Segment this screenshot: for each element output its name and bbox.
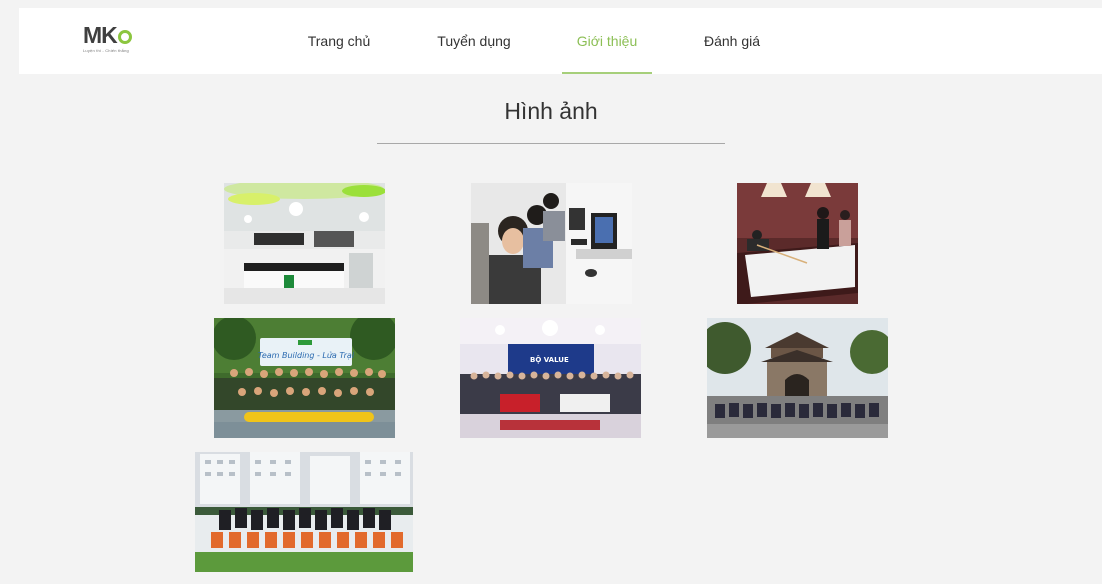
temple-trip-photo[interactable] [707,318,888,438]
nav-item-about[interactable]: Giới thiệu [572,8,642,74]
top-navigation-bar: MK Luyện thi - Chiến thắng Trang chủ Tuy… [19,8,1102,74]
temple-trip-image [707,318,888,438]
active-tab-indicator [562,72,652,74]
office-image [471,183,632,304]
main-nav: Trang chủ Tuyển dụng Giới thiệu Đánh giá [19,8,1102,74]
title-divider [377,143,725,144]
event-banner-text: BỘ VALUE [530,355,569,364]
kitchen-image [224,183,385,304]
event-stage-image: BỘ VALUE [460,318,641,438]
football-team-photo[interactable] [195,452,413,572]
nav-item-reviews[interactable]: Đánh giá [700,8,764,74]
team-building-banner-text: Team Building - Lửa Trại [258,350,355,360]
billiards-image [737,183,858,304]
billiards-photo[interactable] [737,183,858,304]
gallery-title: Hình ảnh [504,98,598,124]
team-building-image: Team Building - Lửa Trại [214,318,395,438]
nav-item-home[interactable]: Trang chủ [304,8,374,74]
event-stage-photo[interactable]: BỘ VALUE [460,318,641,438]
team-building-photo[interactable]: Team Building - Lửa Trại [214,318,395,438]
kitchen-photo[interactable] [224,183,385,304]
football-team-image [195,452,413,572]
office-computers-photo[interactable] [471,183,632,304]
nav-item-recruitment[interactable]: Tuyển dụng [432,8,516,74]
